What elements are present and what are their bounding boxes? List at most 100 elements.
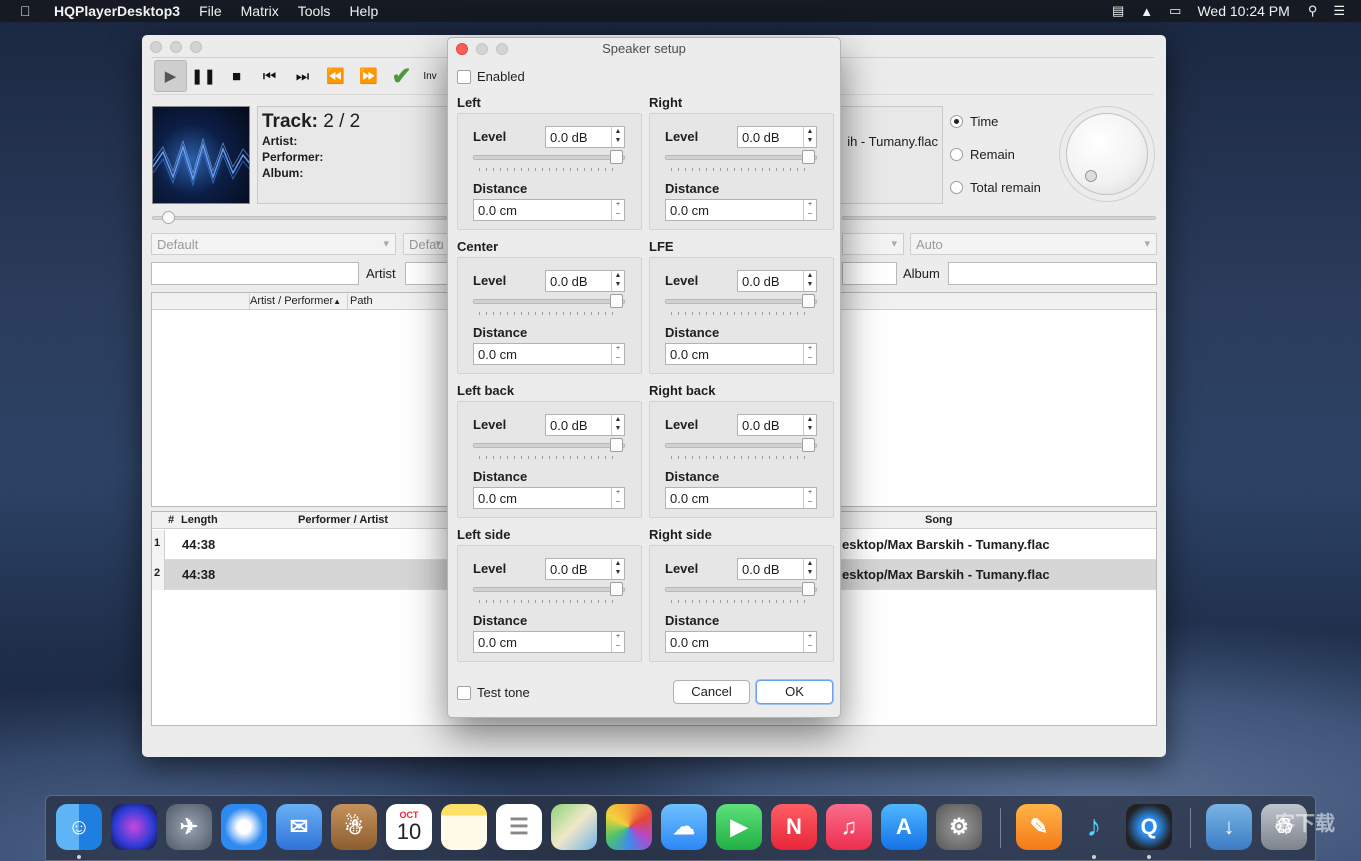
- fast-forward-button[interactable]: ⏩: [352, 60, 385, 92]
- distance-stepper-icon[interactable]: + –: [803, 632, 816, 652]
- distance-stepper-icon[interactable]: + –: [611, 200, 624, 220]
- time-mode-remain[interactable]: Remain: [950, 147, 1015, 162]
- calendar-icon[interactable]: OCT 10: [386, 804, 432, 850]
- distance-spinbox[interactable]: 0.0 cm + –: [473, 487, 625, 509]
- app-menu[interactable]: HQPlayerDesktop3: [54, 3, 180, 19]
- siri-icon[interactable]: [111, 804, 157, 850]
- level-spinbox[interactable]: 0.0 dB ▲ ▼: [737, 270, 817, 292]
- album-field[interactable]: [948, 262, 1157, 285]
- filter-combo[interactable]: Default: [151, 233, 396, 255]
- test-tone-checkbox[interactable]: [457, 685, 471, 700]
- seek-handle[interactable]: [162, 211, 175, 224]
- zoom-window-button[interactable]: [190, 41, 202, 53]
- menu-help[interactable]: Help: [349, 3, 378, 19]
- auto-combo[interactable]: Auto: [910, 233, 1157, 255]
- column-song[interactable]: Song: [925, 514, 953, 526]
- seek-bar-right[interactable]: [842, 216, 1156, 220]
- apple-menu-icon[interactable]: : [20, 3, 38, 19]
- music-icon[interactable]: ♫: [826, 804, 872, 850]
- level-slider[interactable]: [665, 155, 817, 160]
- distance-spinbox[interactable]: 0.0 cm + –: [473, 343, 625, 365]
- downloads-icon[interactable]: ↓: [1206, 804, 1252, 850]
- messages-icon[interactable]: ☁: [661, 804, 707, 850]
- level-slider-handle[interactable]: [610, 294, 623, 308]
- remain-radio[interactable]: [950, 148, 963, 161]
- level-stepper-icon[interactable]: ▲ ▼: [803, 271, 816, 291]
- column-performer-artist[interactable]: Performer / Artist: [298, 514, 388, 526]
- display-icon[interactable]: ▭: [1169, 3, 1181, 19]
- next-track-button[interactable]: ⏭: [286, 60, 319, 92]
- finder-icon[interactable]: ☺: [56, 804, 102, 850]
- level-stepper-icon[interactable]: ▲ ▼: [803, 559, 816, 579]
- distance-stepper-icon[interactable]: + –: [803, 344, 816, 364]
- enabled-checkbox[interactable]: [457, 69, 471, 84]
- contacts-icon[interactable]: ☃: [331, 804, 377, 850]
- level-stepper-icon[interactable]: ▲ ▼: [803, 127, 816, 147]
- level-stepper-icon[interactable]: ▲ ▼: [611, 271, 624, 291]
- notes-icon[interactable]: [441, 804, 487, 850]
- stop-button[interactable]: ■: [220, 60, 253, 92]
- distance-stepper-icon[interactable]: + –: [803, 488, 816, 508]
- pages-icon[interactable]: ✎: [1016, 804, 1062, 850]
- hqplayer-icon[interactable]: ♪: [1071, 804, 1117, 850]
- level-spinbox[interactable]: 0.0 dB ▲ ▼: [737, 126, 817, 148]
- search-field[interactable]: [151, 262, 359, 285]
- artist-field[interactable]: [405, 262, 450, 285]
- column-artist-performer[interactable]: Artist / Performer▲: [250, 295, 341, 307]
- mode-combo[interactable]: Defau: [403, 233, 448, 255]
- level-slider-handle[interactable]: [610, 438, 623, 452]
- column-number[interactable]: #: [168, 514, 174, 526]
- time-mode-time[interactable]: Time: [950, 114, 998, 129]
- level-slider[interactable]: [665, 443, 817, 448]
- distance-stepper-icon[interactable]: + –: [803, 200, 816, 220]
- level-slider[interactable]: [473, 155, 625, 160]
- minimize-window-button[interactable]: [170, 41, 182, 53]
- play-button[interactable]: ▶: [154, 60, 187, 92]
- distance-spinbox[interactable]: 0.0 cm + –: [665, 631, 817, 653]
- previous-track-button[interactable]: ⏮: [253, 60, 286, 92]
- level-slider[interactable]: [473, 587, 625, 592]
- pause-button[interactable]: ❚❚: [187, 60, 220, 92]
- mail-icon[interactable]: ✉: [276, 804, 322, 850]
- distance-stepper-icon[interactable]: + –: [611, 488, 624, 508]
- notification-center-icon[interactable]: ☰: [1333, 3, 1345, 19]
- airplay-icon[interactable]: ▲: [1140, 4, 1153, 19]
- column-length[interactable]: Length: [181, 514, 218, 526]
- distance-spinbox[interactable]: 0.0 cm + –: [665, 343, 817, 365]
- level-stepper-icon[interactable]: ▲ ▼: [803, 415, 816, 435]
- rate-combo[interactable]: [842, 233, 904, 255]
- level-slider[interactable]: [665, 299, 817, 304]
- distance-stepper-icon[interactable]: + –: [611, 632, 624, 652]
- level-slider[interactable]: [473, 443, 625, 448]
- distance-spinbox[interactable]: 0.0 cm + –: [665, 487, 817, 509]
- reminders-icon[interactable]: ☰: [496, 804, 542, 850]
- menu-clock[interactable]: Wed 10:24 PM: [1197, 3, 1289, 19]
- apply-button[interactable]: ✔: [385, 60, 418, 92]
- photos-icon[interactable]: [606, 804, 652, 850]
- level-spinbox[interactable]: 0.0 dB ▲ ▼: [737, 558, 817, 580]
- news-icon[interactable]: N: [771, 804, 817, 850]
- level-slider[interactable]: [665, 587, 817, 592]
- cancel-button[interactable]: Cancel: [673, 680, 750, 704]
- level-spinbox[interactable]: 0.0 dB ▲ ▼: [737, 414, 817, 436]
- time-mode-total-remain[interactable]: Total remain: [950, 180, 1041, 195]
- menu-tools[interactable]: Tools: [298, 3, 331, 19]
- quicktime-icon[interactable]: Q: [1126, 804, 1172, 850]
- level-spinbox[interactable]: 0.0 dB ▲ ▼: [545, 126, 625, 148]
- test-tone-checkbox-row[interactable]: Test tone: [457, 685, 530, 700]
- level-slider-handle[interactable]: [802, 438, 815, 452]
- distance-spinbox[interactable]: 0.0 cm + –: [473, 199, 625, 221]
- volume-knob[interactable]: [1066, 113, 1148, 195]
- song-field[interactable]: [842, 262, 897, 285]
- menu-file[interactable]: File: [199, 3, 222, 19]
- total-remain-radio[interactable]: [950, 181, 963, 194]
- notification-icon[interactable]: ▤: [1112, 3, 1124, 19]
- level-stepper-icon[interactable]: ▲ ▼: [611, 415, 624, 435]
- facetime-icon[interactable]: ▶: [716, 804, 762, 850]
- distance-spinbox[interactable]: 0.0 cm + –: [473, 631, 625, 653]
- level-spinbox[interactable]: 0.0 dB ▲ ▼: [545, 414, 625, 436]
- level-slider-handle[interactable]: [802, 150, 815, 164]
- level-stepper-icon[interactable]: ▲ ▼: [611, 127, 624, 147]
- level-slider-handle[interactable]: [610, 582, 623, 596]
- level-slider-handle[interactable]: [802, 294, 815, 308]
